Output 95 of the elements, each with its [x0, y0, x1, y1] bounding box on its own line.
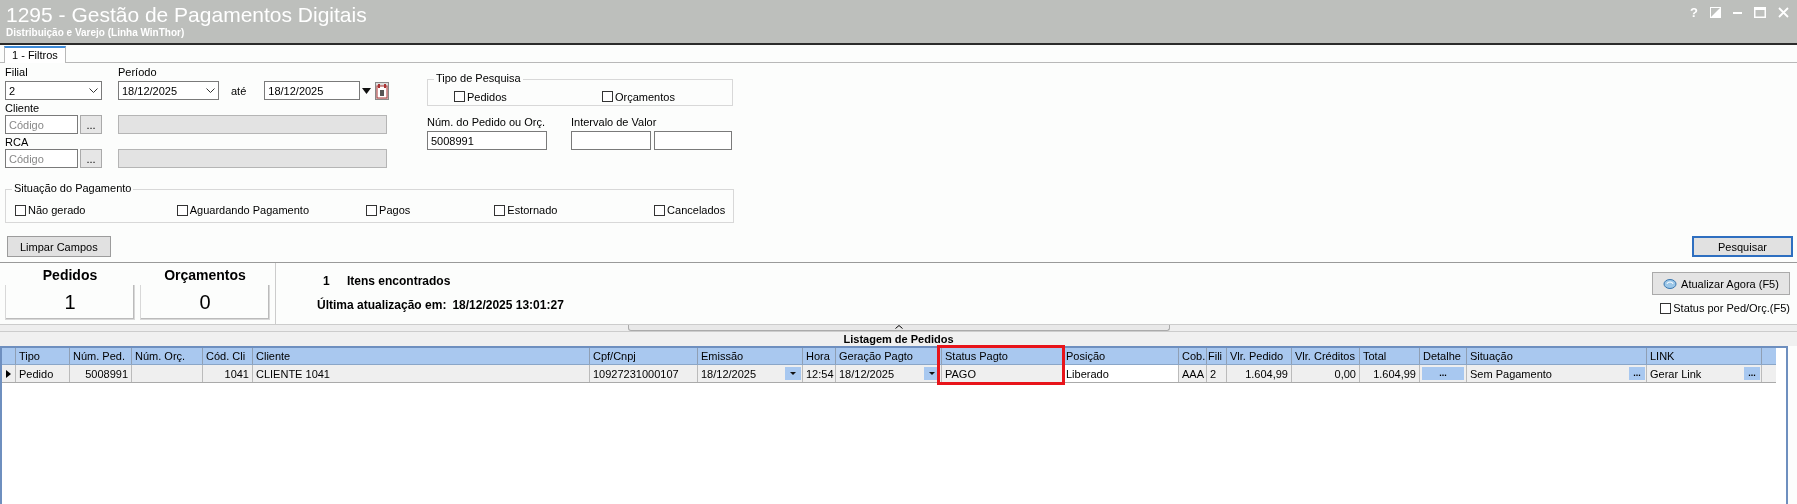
- column-header[interactable]: Fili: [1207, 348, 1227, 364]
- lookup-button[interactable]: ...: [80, 115, 102, 134]
- branch-dropdown[interactable]: 2: [5, 81, 102, 100]
- column-header[interactable]: Cliente: [253, 348, 590, 364]
- checkbox[interactable]: [602, 91, 613, 102]
- checkbox[interactable]: [176, 204, 188, 216]
- checkbox-label: Estornado: [507, 204, 558, 216]
- field-label: Núm. do Pedido ou Orç.: [427, 116, 546, 129]
- cell-text: Gerar Link: [1650, 367, 1702, 380]
- window-title: 1295 - Gestão de Pagamentos Digitais: [6, 3, 367, 27]
- code-field[interactable]: Código: [5, 149, 78, 168]
- summary-label: Pedidos: [42, 267, 98, 285]
- cell-text: 18/12/2025: [839, 367, 895, 380]
- column-header[interactable]: Tipo: [16, 348, 70, 364]
- dropdown-icon[interactable]: [89, 87, 98, 94]
- max-value-field[interactable]: [654, 131, 732, 150]
- splitter-handle[interactable]: [627, 325, 1170, 331]
- checkbox[interactable]: [654, 204, 666, 216]
- column-header[interactable]: Vlr. Pedido: [1227, 348, 1292, 364]
- group-title: Tipo de Pesquisa: [434, 72, 523, 84]
- checkbox[interactable]: [494, 204, 506, 216]
- column-header[interactable]: Emissão: [698, 348, 803, 364]
- ellipsis-button[interactable]: ...: [1629, 367, 1645, 380]
- column-header[interactable]: Status Pagto: [942, 348, 1063, 364]
- checkbox-label: Status por Ped/Orç.(F5): [1673, 302, 1790, 314]
- cell-text: Liberado: [1066, 367, 1109, 380]
- detail-button[interactable]: ...: [1422, 367, 1464, 380]
- checkbox-label: Cancelados: [667, 204, 726, 216]
- cell-text: AAA: [1182, 367, 1204, 380]
- checkbox[interactable]: [366, 204, 378, 216]
- found-count: 1: [323, 274, 331, 287]
- column-header[interactable]: Situação: [1467, 348, 1647, 364]
- cell-text: 1041: [224, 367, 249, 380]
- refresh-button[interactable]: Atualizar Agora (F5): [1652, 272, 1790, 295]
- min-value-field[interactable]: [571, 131, 651, 150]
- cell-text: 12:54: [806, 367, 834, 380]
- field-label: Período: [118, 66, 157, 79]
- cell-text: 10927231000107: [593, 367, 679, 380]
- summary-count: 1: [5, 285, 135, 320]
- cell-text: CLIENTE 1041: [256, 367, 330, 380]
- dropdown-icon[interactable]: [206, 87, 215, 94]
- lookup-button[interactable]: ...: [80, 149, 102, 168]
- checkbox-label: Aguardando Pagamento: [189, 204, 309, 216]
- calendar-icon[interactable]: [375, 81, 390, 100]
- column-header[interactable]: Cód. Cli: [203, 348, 253, 364]
- refresh-icon: [1663, 277, 1678, 290]
- found-label: Itens encontrados: [347, 274, 451, 287]
- code-field[interactable]: Código: [5, 115, 78, 134]
- cell-text: 2: [1210, 367, 1217, 380]
- column-header[interactable]: Cob.: [1179, 348, 1207, 364]
- column-header[interactable]: Núm. Ped.: [70, 348, 132, 364]
- end-date-field[interactable]: 18/12/2025: [264, 81, 361, 100]
- cell-text: 5008991: [85, 367, 128, 380]
- cell-text: 1.604,99: [1373, 367, 1416, 380]
- window-subtitle: Distribuição e Varejo (Linha WinThor): [6, 27, 186, 38]
- checkbox-label: Orçamentos: [615, 90, 675, 103]
- ellipsis-button[interactable]: ...: [1744, 367, 1760, 380]
- summary-label: Orçamentos: [164, 267, 246, 285]
- column-header[interactable]: LINK: [1647, 348, 1762, 364]
- checkbox-label: Pagos: [379, 204, 411, 216]
- checkbox-label: Pedidos: [467, 90, 507, 103]
- field-label: Cliente: [5, 102, 41, 115]
- cell-text: 0,00: [1334, 367, 1356, 380]
- field-label: RCA: [5, 136, 30, 149]
- updated-time: 18/12/2025 13:01:27: [452, 298, 564, 311]
- dropdown-arrow-icon[interactable]: [362, 87, 372, 94]
- group-title: Situação do Pagamento: [12, 182, 134, 194]
- column-header[interactable]: Total: [1360, 348, 1420, 364]
- field-label: Filial: [5, 66, 29, 79]
- range-label: até: [231, 84, 247, 97]
- cell-text: 18/12/2025: [701, 367, 757, 380]
- checkbox[interactable]: [1660, 302, 1672, 314]
- grid-title: Listagem de Pedidos: [0, 332, 1797, 346]
- checkbox[interactable]: [454, 91, 465, 102]
- column-header[interactable]: Vlr. Créditos: [1292, 348, 1360, 364]
- checkbox[interactable]: [15, 204, 26, 216]
- cell-text: 1.604,99: [1245, 367, 1288, 380]
- summary-count: 0: [140, 285, 270, 320]
- filters-tab[interactable]: 1 - Filtros: [4, 46, 66, 63]
- clear-button[interactable]: Limpar Campos: [7, 236, 111, 257]
- search-button[interactable]: Pesquisar: [1692, 236, 1793, 257]
- cell-text: Sem Pagamento: [1470, 367, 1552, 380]
- column-header[interactable]: Posição: [1063, 348, 1179, 364]
- column-header[interactable]: Cpf/Cnpj: [590, 348, 698, 364]
- column-header[interactable]: Detalhe: [1420, 348, 1467, 364]
- cell-text: PAGO: [945, 367, 976, 380]
- field-label: Intervalo de Valor: [571, 116, 657, 129]
- column-header[interactable]: Hora: [803, 348, 836, 364]
- updated-label: Última atualização em:: [317, 298, 447, 311]
- order-number-field[interactable]: 5008991: [427, 131, 547, 150]
- column-header[interactable]: Núm. Orç.: [132, 348, 203, 364]
- start-date-dropdown[interactable]: 18/12/2025: [118, 81, 219, 100]
- column-header[interactable]: Geração Pagto: [836, 348, 942, 364]
- checkbox-label: Não gerado: [28, 204, 86, 216]
- cell-text: Pedido: [19, 367, 54, 380]
